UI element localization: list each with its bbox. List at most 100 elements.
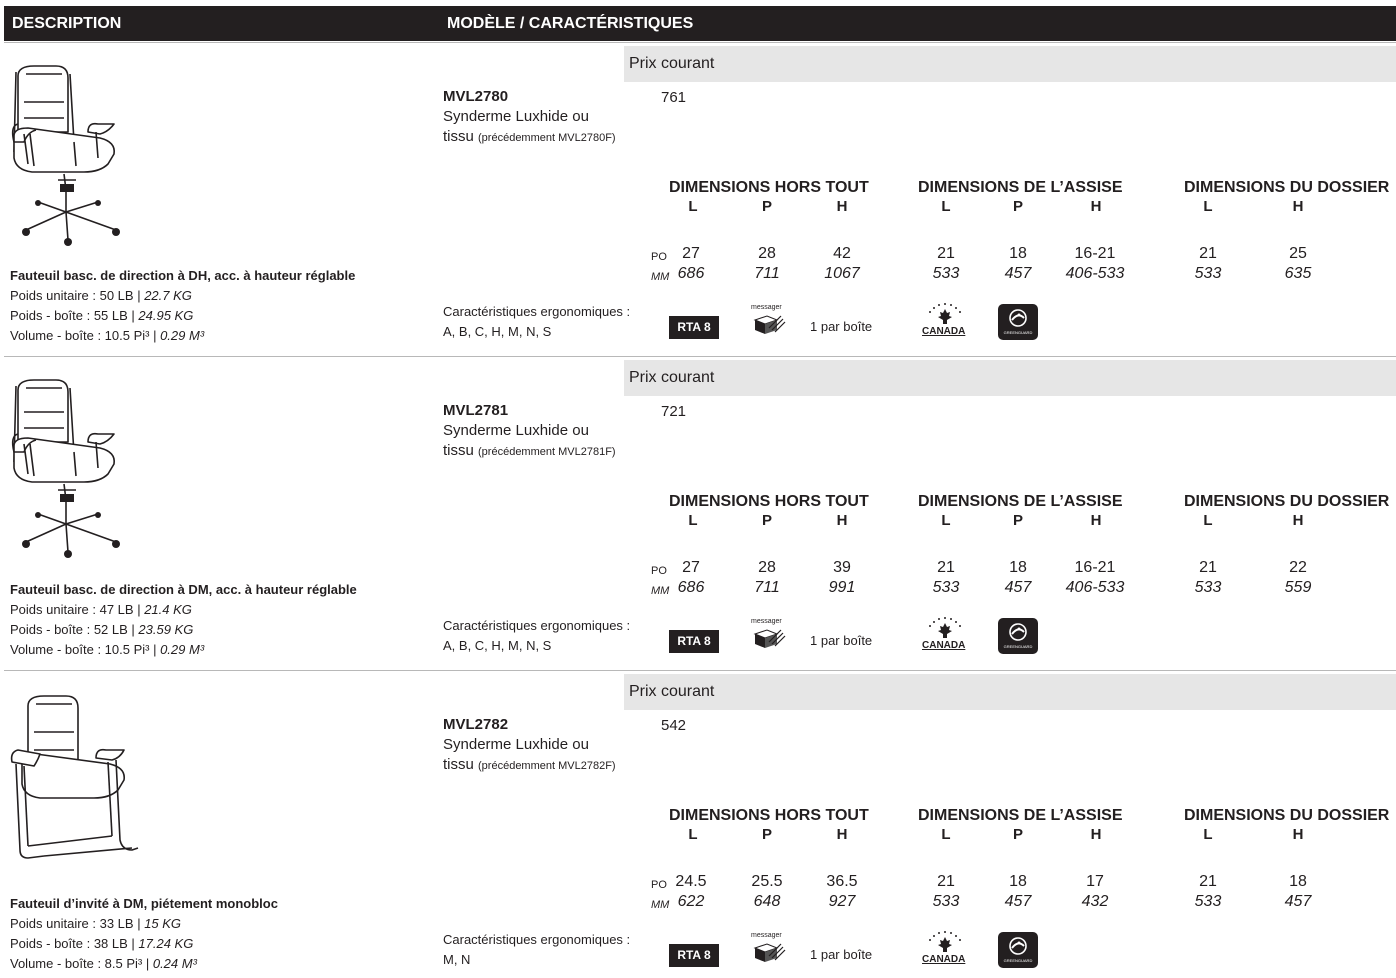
col-back-h: H	[1292, 512, 1304, 529]
model-code: MVL2780	[443, 88, 509, 105]
dim-value-po: 21	[937, 873, 955, 890]
price-label: Prix courant	[629, 369, 715, 386]
col-seat-p: P	[1012, 826, 1023, 843]
chair-image	[4, 376, 144, 562]
dim-value-po: 27	[682, 559, 700, 576]
price-label: Prix courant	[629, 55, 715, 72]
product-name: Fauteuil basc. de direction à DM, acc. à…	[10, 582, 357, 597]
price-bar: Prix courant	[624, 674, 1396, 710]
ergo-label: Caractéristiques ergonomiques :	[443, 304, 631, 319]
price-bar: Prix courant	[624, 360, 1396, 396]
dim-value-po: 21	[1199, 559, 1217, 576]
chair-image	[4, 62, 144, 248]
dim-value-mm: 927	[828, 893, 856, 910]
col-seat-h: H	[1090, 512, 1102, 529]
dim-back-title: DIMENSIONS DU DOSSIER	[1184, 179, 1390, 196]
unit-weight: Poids unitaire : 47 LB | 21.4 KG	[10, 602, 192, 617]
rta-badge: RTA 8	[669, 944, 719, 967]
model-description: Synderme Luxhide ou	[443, 108, 589, 125]
greenguard-label: GREENGUARD	[1003, 644, 1033, 649]
dim-value-mm: 457	[1004, 265, 1032, 282]
col-overall-p: P	[761, 512, 772, 529]
dim-value-po: 21	[937, 245, 955, 262]
dim-value-mm: 406-533	[1065, 265, 1125, 282]
box-volume: Volume - boîte : 8.5 Pi³ | 0.24 M³	[10, 956, 197, 971]
per-box: 1 par boîte	[810, 319, 873, 334]
box-weight: Poids - boîte : 52 LB | 23.59 KG	[10, 622, 194, 637]
model-code: MVL2781	[443, 402, 509, 419]
col-back-l: L	[1203, 198, 1213, 215]
dim-overall-title: DIMENSIONS HORS TOUT	[669, 179, 869, 196]
dim-value-po: 18	[1009, 873, 1027, 890]
dim-value-po: 28	[758, 245, 776, 262]
table-header: DESCRIPTION MODÈLE / CARACTÉRISTIQUES	[4, 6, 1396, 41]
col-back-l: L	[1203, 826, 1213, 843]
dim-value-mm: 559	[1284, 579, 1312, 596]
greenguard-label: GREENGUARD	[1003, 958, 1033, 963]
ergo-values: A, B, C, H, M, N, S	[443, 638, 552, 653]
canada-label: CANADA	[922, 326, 966, 337]
greenguard-icon: GREENGUARD	[998, 618, 1038, 654]
dim-value-po: 22	[1289, 559, 1307, 576]
model-description-2: tissu (précédemment MVL2782F)	[443, 756, 616, 773]
dim-value-mm: 432	[1081, 893, 1109, 910]
made-in-canada-icon: CANADA	[918, 614, 972, 654]
made-in-canada-icon: CANADA	[918, 300, 972, 340]
col-overall-l: L	[688, 512, 698, 529]
row-separator	[4, 356, 1396, 357]
dim-value-po: 27	[682, 245, 700, 262]
dim-value-po: 17	[1086, 873, 1104, 890]
col-seat-p: P	[1012, 198, 1023, 215]
dim-value-mm: 991	[828, 579, 856, 596]
box-volume: Volume - boîte : 10.5 Pi³ | 0.29 M³	[10, 328, 205, 343]
dim-value-po: 39	[833, 559, 851, 576]
dim-value-mm: 457	[1284, 893, 1312, 910]
col-seat-l: L	[941, 512, 951, 529]
col-overall-l: L	[688, 826, 698, 843]
header-model: MODÈLE / CARACTÉRISTIQUES	[447, 15, 694, 32]
col-seat-l: L	[941, 198, 951, 215]
col-overall-h: H	[836, 198, 848, 215]
col-seat-l: L	[941, 826, 951, 843]
dim-seat-title: DIMENSIONS DE L’ASSISE	[918, 493, 1123, 510]
row-separator	[4, 42, 1396, 43]
col-back-h: H	[1292, 826, 1304, 843]
product-row-mvl2782: Prix courant Fauteuil d’invité à DM, pié…	[0, 670, 1396, 978]
product-row-mvl2781: Prix courant Fauteuil basc. de direction…	[0, 356, 1396, 670]
dim-value-po: 16-21	[1074, 559, 1116, 576]
courier-icon: messager	[749, 618, 789, 652]
product-row-mvl2780: Prix courant Fauteuil basc. de direction…	[0, 42, 1396, 356]
canada-label: CANADA	[922, 954, 966, 965]
dim-value-mm: 686	[677, 265, 705, 282]
dim-value-po: 21	[1199, 245, 1217, 262]
model-description: Synderme Luxhide ou	[443, 736, 589, 753]
list-price: 721	[661, 403, 687, 420]
dim-value-mm: 1067	[824, 265, 860, 282]
dim-value-mm: 686	[677, 579, 705, 596]
col-overall-h: H	[836, 512, 848, 529]
product-name: Fauteuil d’invité à DM, piétement monobl…	[10, 896, 278, 911]
dim-value-mm: 635	[1284, 265, 1312, 282]
product-name: Fauteuil basc. de direction à DH, acc. à…	[10, 268, 356, 283]
col-overall-p: P	[761, 826, 772, 843]
dim-value-mm: 533	[1194, 579, 1222, 596]
dim-seat-title: DIMENSIONS DE L’ASSISE	[918, 179, 1123, 196]
col-seat-p: P	[1012, 512, 1023, 529]
col-seat-h: H	[1090, 826, 1102, 843]
dim-value-po: 21	[937, 559, 955, 576]
unit-weight: Poids unitaire : 33 LB | 15 KG	[10, 916, 182, 931]
greenguard-icon: GREENGUARD	[998, 932, 1038, 968]
dim-seat-title: DIMENSIONS DE L’ASSISE	[918, 807, 1123, 824]
dim-overall-title: DIMENSIONS HORS TOUT	[669, 493, 869, 510]
rta-badge: RTA 8	[669, 316, 719, 339]
col-back-h: H	[1292, 198, 1304, 215]
dim-value-mm: 622	[677, 893, 705, 910]
dim-value-mm: 533	[932, 893, 960, 910]
ergo-values: A, B, C, H, M, N, S	[443, 324, 552, 339]
dim-value-mm: 533	[932, 579, 960, 596]
dim-value-po: 42	[833, 245, 851, 262]
header-description: DESCRIPTION	[12, 15, 122, 32]
dim-back-title: DIMENSIONS DU DOSSIER	[1184, 493, 1390, 510]
col-back-l: L	[1203, 512, 1213, 529]
price-bar: Prix courant	[624, 46, 1396, 82]
